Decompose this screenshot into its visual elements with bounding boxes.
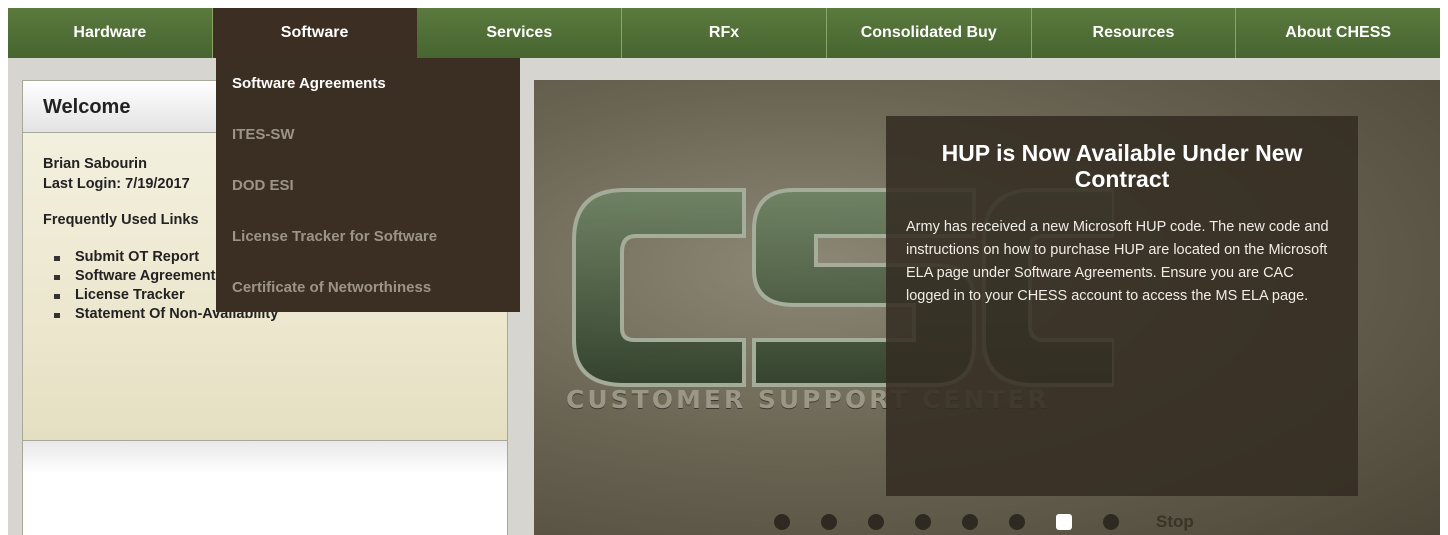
menu-item-license-tracker[interactable]: License Tracker for Software [216,211,520,262]
menu-item-dod-esi[interactable]: DOD ESI [216,160,520,211]
lower-panel [22,440,508,535]
news-box: HUP is Now Available Under New Contract … [886,116,1358,496]
nav-services[interactable]: Services [417,8,623,58]
slide-dot-7[interactable] [1056,514,1072,530]
nav-consolidated-buy[interactable]: Consolidated Buy [827,8,1032,58]
slide-dot-8[interactable] [1103,514,1119,530]
news-slider: CUSTOMER SUPPORT CENTER HUP is Now Avail… [534,80,1440,535]
nav-software[interactable]: Software [212,8,418,58]
nav-about-chess[interactable]: About CHESS [1236,8,1440,58]
slide-dot-1[interactable] [774,514,790,530]
slide-dot-2[interactable] [821,514,837,530]
slide-dot-5[interactable] [962,514,978,530]
news-title[interactable]: HUP is Now Available Under New Contract [914,140,1330,192]
slide-dot-3[interactable] [868,514,884,530]
slide-dot-6[interactable] [1009,514,1025,530]
slide-pager: Stop [774,512,1194,532]
menu-item-certificate-networthiness[interactable]: Certificate of Networthiness [216,262,520,313]
menu-item-ites-sw[interactable]: ITES-SW [216,109,520,160]
software-dropdown-menu: Software Agreements ITES-SW DOD ESI Lice… [216,58,520,312]
nav-rfx[interactable]: RFx [622,8,827,58]
nav-resources[interactable]: Resources [1032,8,1237,58]
nav-hardware[interactable]: Hardware [8,8,213,58]
menu-item-software-agreements[interactable]: Software Agreements [216,58,520,109]
slide-dot-4[interactable] [915,514,931,530]
main-nav: Hardware Software Services RFx Consolida… [8,8,1440,58]
page-frame: Hardware Software Services RFx Consolida… [8,8,1440,535]
stop-button[interactable]: Stop [1156,512,1194,532]
news-text: Army has received a new Microsoft HUP co… [906,219,1329,304]
